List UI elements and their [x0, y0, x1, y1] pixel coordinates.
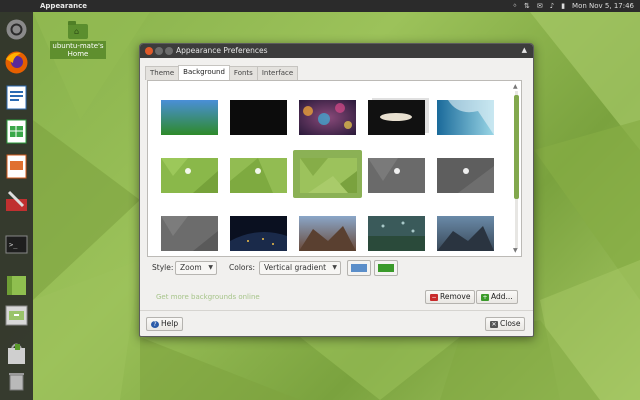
primary-color-swatch [351, 264, 367, 272]
home-glyph-icon: ⌂ [74, 27, 80, 36]
firefox-icon [5, 51, 28, 74]
home-label-line1: ubuntu-mate's [52, 42, 104, 50]
wallpaper-thumb-ubuntu-mate-grey-2[interactable] [437, 158, 494, 193]
impress-launcher[interactable] [3, 153, 30, 180]
close-button[interactable]: ✕ Close [485, 317, 526, 331]
wallpaper-thumb-rain-window[interactable] [368, 216, 425, 251]
volume-icon[interactable]: ♪ [550, 0, 554, 12]
scroll-down-icon[interactable]: ▼ [513, 247, 518, 254]
ubuntu-logo-icon [6, 19, 27, 40]
style-label: Style: [152, 263, 174, 272]
system-tray: ᛜ ⇅ ✉ ♪ ▮ Mon Nov 5, 17:46 [513, 0, 634, 12]
top-panel: Appearance ᛜ ⇅ ✉ ♪ ▮ Mon Nov 5, 17:46 [0, 0, 640, 12]
bluetooth-icon[interactable]: ᛜ [513, 0, 517, 12]
wallpaper-thumb-mountain-dusk[interactable] [437, 216, 494, 251]
files-launcher[interactable] [3, 302, 30, 329]
tab-bar: Theme Background Fonts Interface [145, 65, 299, 81]
ubuntu-logo-button[interactable] [3, 16, 30, 43]
close-window-icon[interactable] [145, 47, 153, 55]
tab-fonts[interactable]: Fonts [228, 66, 258, 80]
style-combo-value: Zoom [180, 263, 202, 272]
wallpaper-thumbnails [161, 98, 494, 251]
minimize-window-icon[interactable] [155, 47, 163, 55]
help-label: Help [161, 319, 179, 328]
trash-icon [9, 373, 24, 391]
close-label: Close [500, 319, 521, 328]
workspace-switcher[interactable] [3, 272, 30, 299]
add-label: Add... [491, 292, 513, 301]
spreadsheet-icon [6, 119, 27, 144]
wallpaper-thumb-grey-triangles[interactable] [161, 216, 218, 251]
wallpaper-gallery[interactable]: ▲ ▼ [147, 80, 522, 257]
secondary-color-swatch [378, 264, 394, 272]
trash-launcher[interactable] [3, 368, 30, 395]
document-writer-icon [6, 85, 27, 110]
gallery-scrollbar[interactable]: ▲ ▼ [513, 83, 520, 256]
add-icon: + [481, 293, 489, 301]
colors-combo-value: Vertical gradient [264, 263, 327, 272]
wallpaper-thumb-black-stars[interactable] [230, 100, 287, 135]
wallpaper-thumb-ocean-waves[interactable] [437, 100, 494, 135]
wallpaper-thumb-ubuntu-mate-green-1[interactable] [161, 158, 218, 193]
svg-text:>_: >_ [9, 241, 18, 249]
firefox-launcher[interactable] [3, 49, 30, 76]
home-label-line2: Home [67, 50, 89, 58]
get-more-backgrounds-link[interactable]: Get more backgrounds online [156, 293, 260, 301]
wallpaper-thumb-ubuntu-mate-grey-1[interactable] [368, 158, 425, 193]
style-combo[interactable]: Zoom ▼ [175, 261, 217, 275]
maximize-window-icon[interactable] [165, 47, 173, 55]
launcher: >_ [0, 12, 33, 400]
active-app-title[interactable]: Appearance [40, 2, 87, 10]
home-icon-label: ubuntu-mate's Home [50, 41, 106, 59]
tab-interface[interactable]: Interface [256, 66, 299, 80]
software-launcher[interactable] [3, 340, 30, 367]
terminal-launcher[interactable]: >_ [3, 231, 30, 258]
network-icon[interactable]: ⇅ [524, 0, 530, 12]
calc-launcher[interactable] [3, 118, 30, 145]
primary-color-button[interactable] [347, 260, 371, 276]
remove-icon: − [430, 293, 438, 301]
scroll-thumb[interactable] [514, 95, 519, 199]
mail-icon[interactable]: ✉ [537, 0, 543, 12]
wallpaper-thumb-sombrero-galaxy[interactable] [368, 98, 429, 135]
wallpaper-thumb-ubuntu-mate-green-2[interactable] [230, 158, 287, 193]
scroll-up-icon[interactable]: ▲ [513, 83, 518, 90]
chevron-down-icon: ▼ [208, 264, 213, 271]
remove-button[interactable]: − Remove [425, 290, 476, 304]
close-icon: ✕ [490, 320, 498, 328]
tab-background[interactable]: Background [178, 65, 230, 80]
file-cabinet-icon [5, 305, 28, 326]
wallpaper-thumb-earth-night[interactable] [230, 216, 287, 251]
presentation-icon [6, 154, 27, 179]
battery-icon[interactable]: ▮ [561, 0, 565, 12]
appearance-preferences-dialog: Appearance Preferences ▲ Theme Backgroun… [139, 43, 534, 337]
workspace-icon [7, 276, 26, 295]
software-bag-icon [8, 343, 25, 364]
style-color-controls: Style: Zoom ▼ Colors: Vertical gradient … [152, 260, 522, 276]
wallpaper-thumb-canyon[interactable] [299, 216, 356, 251]
tab-theme[interactable]: Theme [145, 66, 180, 80]
terminal-icon: >_ [5, 235, 28, 254]
colors-label: Colors: [229, 263, 256, 272]
footer-divider [140, 310, 533, 311]
help-icon: ? [151, 320, 159, 328]
tools-launcher[interactable] [3, 188, 30, 215]
roll-up-icon[interactable]: ▲ [522, 46, 527, 54]
remove-label: Remove [440, 292, 471, 301]
help-button[interactable]: ? Help [146, 317, 184, 331]
folder-icon: ⌂ [68, 21, 88, 39]
secondary-color-button[interactable] [374, 260, 398, 276]
wallpaper-thumb-green-triangles[interactable] [293, 150, 362, 198]
tools-icon [6, 190, 27, 211]
add-button[interactable]: + Add... [476, 290, 518, 304]
wallpaper-thumb-bokeh-lights[interactable] [299, 100, 356, 135]
colors-combo[interactable]: Vertical gradient ▼ [259, 261, 341, 275]
writer-launcher[interactable] [3, 84, 30, 111]
dialog-title: Appearance Preferences [176, 46, 268, 55]
wallpaper-thumb-blue-green-gradient[interactable] [161, 100, 218, 135]
home-folder-desktop-icon[interactable]: ⌂ ubuntu-mate's Home [50, 21, 106, 59]
dialog-titlebar[interactable]: Appearance Preferences ▲ [140, 44, 533, 58]
clock[interactable]: Mon Nov 5, 17:46 [572, 0, 634, 12]
chevron-down-icon: ▼ [332, 264, 337, 271]
